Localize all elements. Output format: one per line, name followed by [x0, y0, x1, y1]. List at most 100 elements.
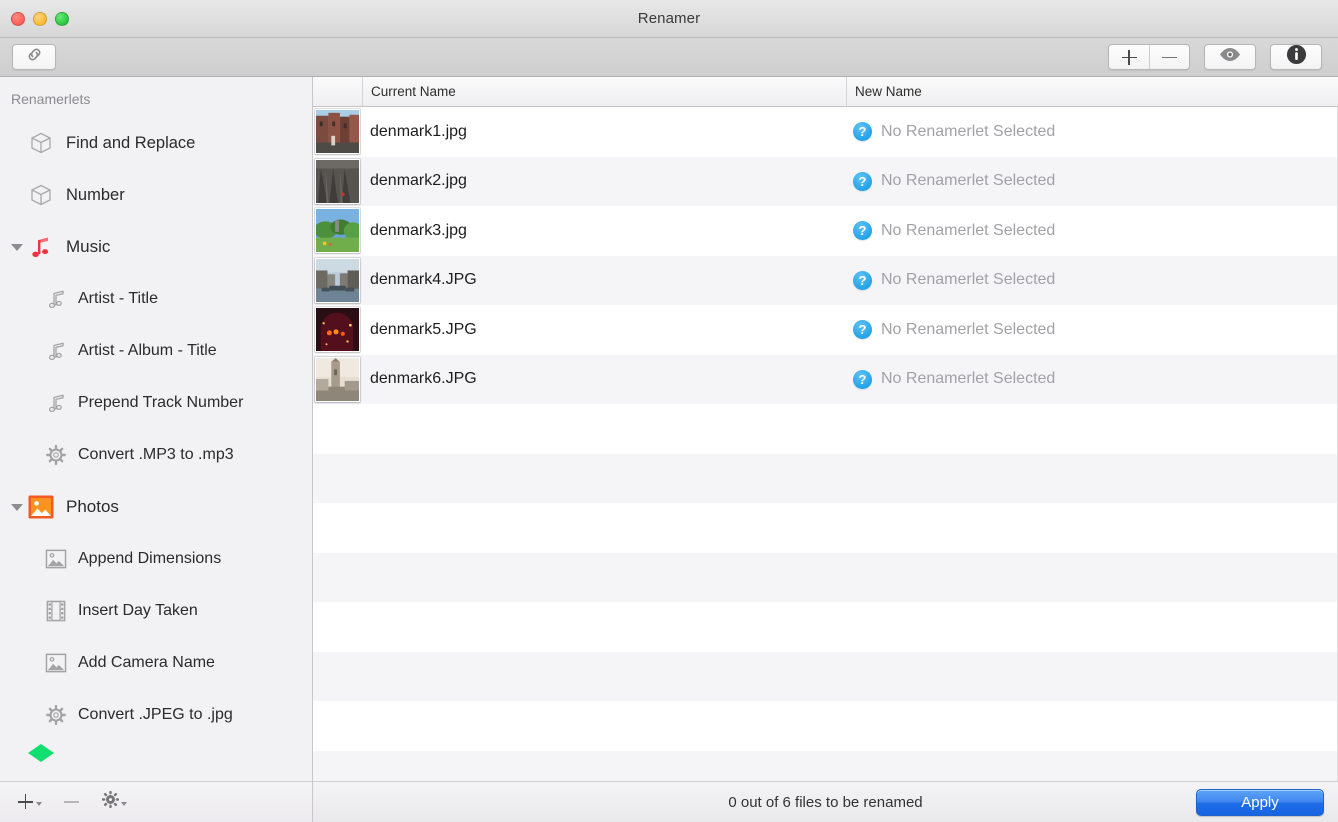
sidebar-item-label: Convert .JPEG to .jpg: [78, 706, 233, 723]
minus-icon: [64, 794, 80, 810]
add-files-button[interactable]: [1109, 45, 1149, 69]
sidebar-group-clipped[interactable]: [0, 741, 312, 767]
plus-icon: [18, 794, 34, 810]
table-header: Current Name New Name: [313, 77, 1338, 107]
new-name-cell: ? No Renamerlet Selected: [845, 369, 1337, 389]
gear-icon: [44, 704, 68, 726]
question-icon[interactable]: ?: [853, 369, 872, 389]
column-header-thumbnail[interactable]: [313, 77, 362, 106]
sidebar-item-insert-day-taken[interactable]: Insert Day Taken: [0, 585, 312, 637]
disclosure-triangle-music[interactable]: [8, 243, 26, 251]
column-header-new-name[interactable]: New Name: [846, 77, 1338, 106]
renamerlet-list[interactable]: Renamerlets Find and Replace Number Musi…: [0, 77, 312, 781]
file-thumbnail: [315, 158, 360, 204]
sidebar-group-label: Music: [66, 237, 111, 256]
question-icon[interactable]: ?: [853, 122, 872, 142]
toolbar-right-group: [1108, 44, 1322, 70]
sidebar: Renamerlets Find and Replace Number Musi…: [0, 77, 313, 822]
sidebar-item-add-camera-name[interactable]: Add Camera Name: [0, 637, 312, 689]
sidebar-header: Renamerlets: [11, 91, 91, 107]
sidebar-group-label: Photos: [66, 497, 119, 516]
empty-row: [313, 453, 1337, 503]
apply-button[interactable]: Apply: [1196, 789, 1324, 816]
question-icon[interactable]: ?: [853, 171, 872, 191]
column-header-current-name[interactable]: Current Name: [362, 77, 846, 106]
green-diamond-icon: [26, 741, 56, 767]
file-table-panel: Current Name New Name denmark1.jpg ? No …: [313, 77, 1338, 822]
sidebar-item-convert-mp3[interactable]: Convert .MP3 to .mp3: [0, 429, 312, 481]
music-note-icon: [44, 340, 68, 362]
sidebar-item-prepend-track-number[interactable]: Prepend Track Number: [0, 377, 312, 429]
table-row[interactable]: denmark6.JPG ? No Renamerlet Selected: [313, 354, 1337, 404]
disclosure-triangle-photos[interactable]: [8, 503, 26, 511]
new-name-cell: ? No Renamerlet Selected: [845, 171, 1337, 191]
sidebar-item-label: Number: [66, 185, 125, 204]
file-thumbnail: [315, 307, 360, 353]
add-remove-segmented-control: [1108, 44, 1190, 70]
thumbnail-cell: [313, 208, 362, 254]
sidebar-item-artist-title[interactable]: Artist - Title: [0, 273, 312, 325]
current-name-cell: denmark4.JPG: [370, 271, 477, 289]
table-row[interactable]: denmark1.jpg ? No Renamerlet Selected: [313, 107, 1337, 157]
remove-renamerlet-button[interactable]: [58, 792, 86, 812]
question-icon[interactable]: ?: [853, 221, 872, 241]
thumbnail-cell: [313, 158, 362, 204]
close-window-button[interactable]: [11, 11, 25, 26]
question-icon[interactable]: ?: [853, 320, 872, 340]
maximize-window-button[interactable]: [55, 11, 69, 26]
gear-icon: [101, 790, 120, 813]
current-name-cell: denmark2.jpg: [370, 172, 467, 190]
file-thumbnail: [315, 257, 360, 303]
sidebar-item-label: Artist - Title: [78, 290, 159, 307]
remove-files-button[interactable]: [1149, 45, 1189, 69]
chevron-down-icon: [36, 801, 42, 806]
sidebar-item-convert-jpeg[interactable]: Convert .JPEG to .jpg: [0, 689, 312, 741]
music-note-red-icon: [26, 233, 56, 261]
empty-row: [313, 651, 1337, 701]
eye-icon: [1218, 47, 1242, 67]
chevron-down-icon: [121, 801, 127, 806]
add-renamerlet-button[interactable]: [12, 792, 48, 812]
table-row[interactable]: denmark2.jpg ? No Renamerlet Selected: [313, 156, 1337, 206]
status-bar: 0 out of 6 files to be renamed Apply: [313, 781, 1338, 822]
thumbnail-cell: [313, 307, 362, 353]
new-name-text: No Renamerlet Selected: [881, 370, 1056, 388]
preview-button[interactable]: [1204, 44, 1256, 70]
status-text: 0 out of 6 files to be renamed: [728, 793, 923, 811]
file-rows[interactable]: denmark1.jpg ? No Renamerlet Selected de…: [313, 107, 1338, 781]
file-thumbnail: [315, 356, 360, 402]
table-row[interactable]: denmark3.jpg ? No Renamerlet Selected: [313, 206, 1337, 256]
sidebar-group-photos[interactable]: Photos: [0, 481, 312, 533]
info-icon: [1286, 44, 1307, 70]
file-thumbnail: [315, 208, 360, 254]
sidebar-item-find-and-replace[interactable]: Find and Replace: [0, 117, 312, 169]
info-button[interactable]: [1270, 44, 1322, 70]
current-name-cell: denmark6.JPG: [370, 370, 477, 388]
sidebar-item-label: Artist - Album - Title: [78, 342, 217, 359]
sidebar-item-append-dimensions[interactable]: Append Dimensions: [0, 533, 312, 585]
window-title: Renamer: [637, 10, 701, 27]
sidebar-item-number[interactable]: Number: [0, 169, 312, 221]
table-row[interactable]: denmark5.JPG ? No Renamerlet Selected: [313, 305, 1337, 355]
gear-icon: [44, 444, 68, 466]
sidebar-group-music[interactable]: Music: [0, 221, 312, 273]
empty-row: [313, 503, 1337, 553]
current-name-cell: denmark5.JPG: [370, 320, 477, 338]
new-name-text: No Renamerlet Selected: [881, 320, 1056, 338]
image-icon: [44, 653, 68, 673]
empty-row: [313, 602, 1337, 652]
empty-row: [313, 552, 1337, 602]
question-icon[interactable]: ?: [853, 270, 872, 290]
thumbnail-cell: [313, 356, 362, 402]
renamerlet-settings-button[interactable]: [96, 789, 133, 815]
app-window: Renamer Renamerlets Find and Replace Num…: [0, 0, 1338, 822]
empty-row: [313, 404, 1337, 454]
table-row[interactable]: denmark4.JPG ? No Renamerlet Selected: [313, 255, 1337, 305]
current-name-cell: denmark3.jpg: [370, 221, 467, 239]
link-button[interactable]: [12, 44, 56, 70]
sidebar-item-artist-album-title[interactable]: Artist - Album - Title: [0, 325, 312, 377]
empty-row: [313, 701, 1337, 751]
minimize-window-button[interactable]: [33, 11, 47, 26]
thumbnail-cell: [313, 257, 362, 303]
thumbnail-cell: [313, 109, 362, 155]
